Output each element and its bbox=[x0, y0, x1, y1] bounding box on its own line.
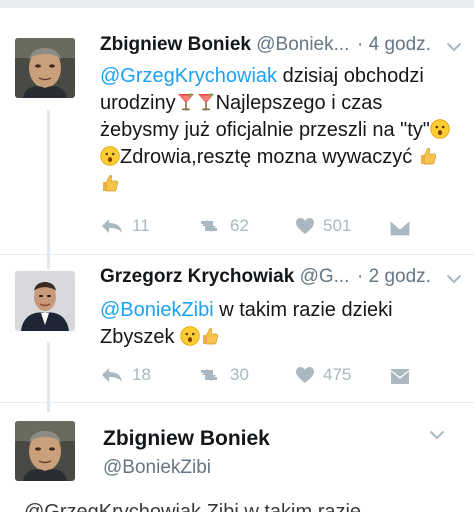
thread-line bbox=[47, 110, 50, 270]
tweet-timestamp[interactable]: · 4 godz. bbox=[357, 34, 431, 56]
direct-message-button[interactable] bbox=[389, 365, 411, 389]
display-name[interactable]: Zbigniew Boniek bbox=[100, 34, 251, 55]
mention-link[interactable]: @BoniekZibi bbox=[100, 299, 214, 321]
reply-icon bbox=[102, 219, 122, 233]
retweet-count: 30 bbox=[230, 365, 249, 384]
hushed-emoji bbox=[100, 146, 120, 166]
like-icon bbox=[296, 367, 314, 383]
tweet-header: Zbigniew Boniek @Boniek... bbox=[100, 34, 349, 56]
tweet-divider bbox=[0, 402, 474, 403]
separator-dot: · bbox=[357, 266, 364, 287]
avatar[interactable] bbox=[15, 38, 75, 98]
tweet-header: Grzegorz Krychowiak @G... bbox=[100, 266, 349, 288]
user-handle[interactable]: @G... bbox=[300, 266, 350, 287]
tweet-text: @BoniekZibi w takim razie dzieki Zbyszek bbox=[100, 297, 420, 351]
user-handle[interactable]: @BoniekZibi bbox=[103, 457, 211, 479]
direct-message-button[interactable] bbox=[389, 216, 411, 240]
hushed-emoji bbox=[180, 326, 200, 346]
tweet-timestamp[interactable]: · 2 godz. bbox=[357, 266, 431, 288]
dm-icon bbox=[390, 369, 410, 384]
like-icon bbox=[296, 218, 314, 234]
avatar[interactable] bbox=[15, 271, 75, 331]
timestamp[interactable]: 4 godz. bbox=[369, 34, 431, 55]
like-button[interactable]: 475 bbox=[295, 363, 351, 387]
like-button[interactable]: 501 bbox=[295, 214, 351, 238]
display-name[interactable]: Grzegorz Krychowiak bbox=[100, 266, 294, 287]
reply-count: 11 bbox=[132, 216, 150, 235]
tweet-text-part: Zdrowia,resztę mozna wywaczyć bbox=[120, 146, 413, 168]
retweet-icon bbox=[201, 369, 217, 381]
reply-button[interactable]: 18 bbox=[100, 363, 151, 387]
timestamp[interactable]: 2 godz. bbox=[369, 266, 431, 287]
retweet-button[interactable]: 30 bbox=[196, 363, 249, 387]
tweet-text: @GrzegKrychowiak dzisiaj obchodzi urodzi… bbox=[100, 63, 450, 198]
tweet-text-part: @GrzegKrychowiak Zibi w takim razie bbox=[24, 501, 362, 512]
cocktail-emoji bbox=[176, 92, 196, 112]
reply-count: 18 bbox=[132, 365, 151, 384]
retweet-count: 62 bbox=[230, 216, 249, 235]
cocktail-emoji bbox=[196, 92, 216, 112]
thumbs-up-emoji bbox=[418, 146, 438, 166]
retweet-button[interactable]: 62 bbox=[196, 214, 249, 238]
separator-dot: · bbox=[357, 34, 364, 55]
chevron-down-icon[interactable] bbox=[446, 42, 462, 52]
thumbs-up-emoji bbox=[100, 173, 120, 193]
top-divider bbox=[0, 0, 474, 8]
reply-button[interactable]: 11 bbox=[100, 214, 150, 238]
chevron-down-icon[interactable] bbox=[429, 430, 445, 440]
display-name[interactable]: Zbigniew Boniek bbox=[103, 427, 270, 451]
like-count: 501 bbox=[323, 216, 352, 235]
hushed-emoji bbox=[430, 119, 450, 139]
mention-link[interactable]: @GrzegKrychowiak bbox=[100, 65, 277, 87]
user-handle[interactable]: @Boniek... bbox=[256, 34, 349, 55]
avatar[interactable] bbox=[15, 421, 75, 481]
chevron-down-icon[interactable] bbox=[446, 274, 462, 284]
dm-icon bbox=[389, 219, 411, 237]
thumbs-up-emoji bbox=[200, 326, 220, 346]
reply-icon bbox=[102, 368, 122, 382]
tweet-divider bbox=[0, 254, 474, 255]
like-count: 475 bbox=[323, 365, 352, 384]
retweet-icon bbox=[201, 220, 217, 232]
tweet-text-cutoff: @GrzegKrychowiak Zibi w takim razie bbox=[24, 500, 464, 512]
